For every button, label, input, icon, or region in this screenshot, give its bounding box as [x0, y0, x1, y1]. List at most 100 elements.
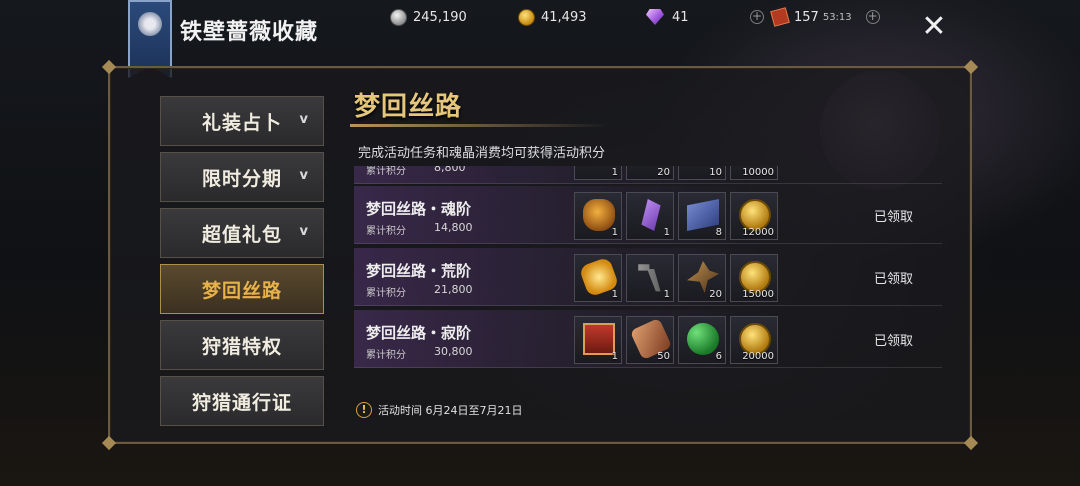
claimed-status: 已领取 [874, 210, 914, 225]
points-value: 30,800 [434, 345, 473, 358]
reward-slot[interactable]: 10 [678, 166, 726, 180]
points-label: 累计积分 [366, 288, 406, 299]
reward-slot[interactable]: 20000 [730, 316, 778, 364]
silver-amount: 245,190 [413, 9, 467, 25]
chest-icon [583, 323, 615, 355]
item-qty: 1 [611, 289, 618, 300]
close-button[interactable]: ✕ [920, 12, 948, 42]
chevron-down-icon: v [299, 112, 309, 127]
reward-slot[interactable]: 1 [574, 192, 622, 240]
reward-items: 1 1 8 12000 [574, 192, 778, 240]
nav-item-limited-installment[interactable]: 限时分期 v [160, 152, 324, 202]
nav-item-label: 狩猎特权 [201, 335, 282, 358]
silver-currency: 245,190 [390, 8, 467, 26]
chevron-down-icon: v [299, 168, 309, 183]
points-value: 14,800 [434, 221, 473, 234]
reward-slot[interactable]: 1 [626, 254, 674, 302]
reward-slot[interactable]: 1 [574, 166, 622, 180]
reward-slot[interactable]: 12000 [730, 192, 778, 240]
nav-item-label: 梦回丝路 [201, 279, 282, 302]
item-qty: 20 [657, 167, 670, 178]
card-icon [687, 199, 719, 231]
claimed-status: 已领取 [874, 272, 914, 287]
clover-icon [687, 323, 719, 355]
reward-row: 梦回丝路・寂阶 累计积分 30,800 1 50 6 20000 已领取 [354, 310, 942, 368]
top-bar: 铁壁蔷薇收藏 245,190 41,493 41 + 157 53:13 + ✕ [0, 0, 1080, 78]
item-qty: 6 [715, 351, 722, 362]
reward-slot[interactable]: 1 [574, 316, 622, 364]
diamond-icon [646, 9, 664, 25]
reward-slot[interactable]: 10000 [730, 166, 778, 180]
claimed-status: 已领取 [874, 334, 914, 349]
item-qty: 1 [663, 289, 670, 300]
reward-items: 1 20 10 10000 [574, 166, 778, 180]
diamond-currency: 41 [646, 8, 689, 26]
item-qty: 10 [709, 167, 722, 178]
item-qty: 15000 [742, 289, 774, 300]
reward-slot[interactable]: 6 [678, 316, 726, 364]
reward-row-partial: 累计积分 8,800 1 20 10 10000 [354, 166, 942, 184]
reward-slot[interactable]: 1 [626, 192, 674, 240]
crystal-icon [641, 199, 661, 231]
gold-coin-icon [518, 8, 535, 26]
reward-slot[interactable]: 20 [626, 166, 674, 180]
tier-name: 梦回丝路・荒阶 [366, 262, 472, 280]
add-ticket-icon-2[interactable]: + [865, 10, 880, 24]
reward-items: 1 1 20 15000 [574, 254, 778, 302]
ticket-currency: + 157 53:13 + [750, 7, 880, 27]
reward-items: 1 50 6 20000 [574, 316, 778, 364]
reward-row: 梦回丝路・魂阶 累计积分 14,800 1 1 8 12000 已领取 [354, 186, 942, 244]
nav-item-label: 超值礼包 [201, 223, 282, 246]
gold-currency: 41,493 [518, 8, 587, 26]
reward-row: 梦回丝路・荒阶 累计积分 21,800 1 1 20 15000 已领取 [354, 248, 942, 306]
chevron-down-icon: v [299, 224, 309, 239]
nav-item-value-pack[interactable]: 超值礼包 v [160, 208, 324, 258]
item-qty: 20000 [742, 351, 774, 362]
item-qty: 20 [709, 289, 722, 300]
points-value: 21,800 [434, 283, 473, 296]
item-qty: 8 [715, 227, 722, 238]
event-time-text: 活动时间 6月24日至7月21日 [378, 404, 523, 417]
nav-item-silk-road-dream[interactable]: 梦回丝路 [160, 264, 324, 314]
ticket-icon [770, 7, 790, 27]
item-qty: 50 [657, 351, 670, 362]
item-qty: 1 [611, 227, 618, 238]
warning-icon: ! [356, 402, 372, 418]
event-content: 梦回丝路 完成活动任务和魂晶消费均可获得活动积分 累计积分 8,800 1 20… [340, 80, 950, 430]
tier-name: 梦回丝路・魂阶 [366, 200, 472, 218]
reward-slot[interactable]: 1 [574, 254, 622, 302]
nav-item-label: 狩猎通行证 [191, 391, 292, 414]
bag-icon [583, 199, 615, 231]
reward-slot[interactable]: 50 [626, 316, 674, 364]
points-value: 8,800 [434, 166, 466, 174]
nav-item-label: 礼装占卜 [201, 111, 282, 134]
item-qty: 1 [611, 351, 618, 362]
nav-item-label: 限时分期 [201, 167, 282, 190]
rose-emblem-icon [138, 12, 162, 36]
tier-name: 梦回丝路・寂阶 [366, 324, 472, 342]
diamond-amount: 41 [672, 9, 689, 25]
event-time-note: ! 活动时间 6月24日至7月21日 [356, 402, 523, 418]
event-description: 完成活动任务和魂晶消费均可获得活动积分 [358, 146, 606, 161]
side-nav: 礼装占卜 v 限时分期 v 超值礼包 v 梦回丝路 狩猎特权 狩猎通行证 [160, 96, 324, 432]
hammer-icon [638, 264, 661, 292]
reward-slot[interactable]: 15000 [730, 254, 778, 302]
nav-item-hunting-pass[interactable]: 狩猎通行证 [160, 376, 324, 426]
add-ticket-icon[interactable]: + [750, 10, 764, 24]
item-qty: 1 [611, 167, 618, 178]
ticket-timer: 53:13 [822, 11, 852, 23]
points-label: 累计积分 [366, 350, 406, 361]
points-label: 累计积分 [366, 166, 406, 177]
reward-list[interactable]: 累计积分 8,800 1 20 10 10000 梦回丝路・魂阶 累计积分 14… [354, 166, 942, 376]
event-title: 梦回丝路 [354, 92, 463, 122]
gold-amount: 41,493 [541, 9, 587, 25]
points-label: 累计积分 [366, 226, 406, 237]
page-title: 铁壁蔷薇收藏 [180, 20, 319, 45]
close-icon: ✕ [921, 9, 947, 44]
reward-slot[interactable]: 20 [678, 254, 726, 302]
nav-item-costume-divination[interactable]: 礼装占卜 v [160, 96, 324, 146]
item-qty: 12000 [742, 227, 774, 238]
silver-coin-icon [390, 8, 407, 26]
reward-slot[interactable]: 8 [678, 192, 726, 240]
nav-item-hunting-privilege[interactable]: 狩猎特权 [160, 320, 324, 370]
